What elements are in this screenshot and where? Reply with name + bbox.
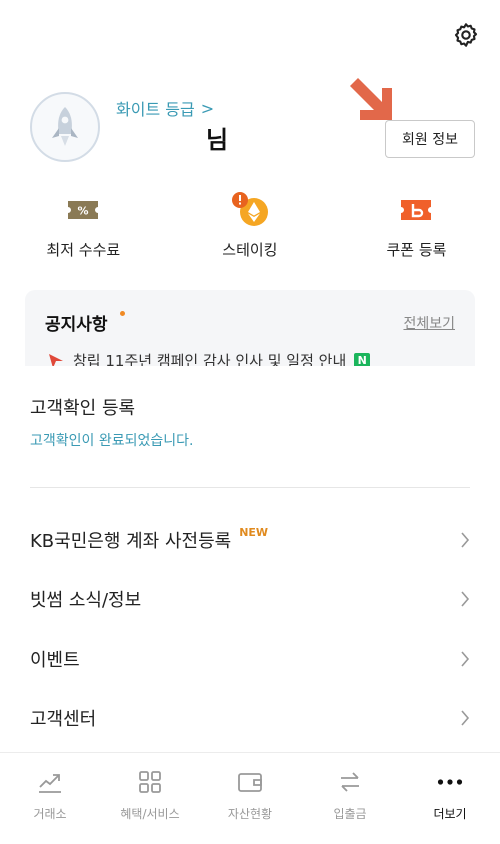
menu-list: KB국민은행 계좌 사전등록 NEW 빗썸 소식/정보 이벤트 고객센터 <box>0 510 500 748</box>
chevron-right-icon: > <box>200 98 215 118</box>
menu-item-label: KB국민은행 계좌 사전등록 <box>30 530 232 552</box>
wallet-icon <box>238 773 262 792</box>
chart-trend-icon <box>39 774 61 793</box>
more-dots-icon <box>437 779 463 785</box>
profile-section: 화이트 등급 > 님 회원 정보 <box>30 78 475 172</box>
notice-mask <box>0 366 500 386</box>
svg-text:%: % <box>78 205 89 218</box>
tab-label: 거래소 <box>33 807 67 821</box>
quick-item-staking[interactable]: 스테이킹 <box>167 192 334 263</box>
tab-transfer[interactable]: 입출금 <box>300 753 400 844</box>
pointer-arrow-icon <box>350 78 392 120</box>
quick-item-fee[interactable]: % 최저 수수료 <box>0 193 167 263</box>
menu-item-news[interactable]: 빗썸 소식/정보 <box>0 570 500 630</box>
menu-item-label: 이벤트 <box>30 649 80 671</box>
gear-icon <box>454 23 478 47</box>
tab-benefits[interactable]: 혜택/서비스 <box>100 753 200 844</box>
grade-label: 화이트 등급 <box>116 100 195 119</box>
user-nickname: 님 <box>206 126 229 154</box>
menu-item-label: 빗썸 소식/정보 <box>30 590 142 612</box>
quick-label: 스테이킹 <box>222 241 278 259</box>
notice-unread-dot <box>120 311 125 316</box>
grade-link[interactable]: 화이트 등급 > <box>116 96 214 120</box>
tab-assets[interactable]: 자산현황 <box>200 753 300 844</box>
grid-icon <box>139 771 161 793</box>
ethereum-coin-icon <box>231 192 268 226</box>
verification-status: 고객확인이 완료되었습니다. <box>30 433 194 449</box>
quick-item-coupon[interactable]: 쿠폰 등록 <box>333 193 500 263</box>
tab-label: 입출금 <box>333 807 367 821</box>
notice-view-all-link[interactable]: 전체보기 <box>403 313 455 333</box>
tab-exchange[interactable]: 거래소 <box>0 753 100 844</box>
tab-label: 혜택/서비스 <box>120 807 180 821</box>
tab-label: 자산현황 <box>227 807 273 821</box>
quick-label: 쿠폰 등록 <box>386 241 447 259</box>
tab-more[interactable]: 더보기 <box>400 753 500 844</box>
bottom-tab-bar: 거래소 혜택/서비스 자산현황 입출금 더보기 <box>0 752 500 844</box>
chevron-right-icon <box>461 591 470 607</box>
settings-button[interactable] <box>449 18 483 52</box>
quick-actions: % 최저 수수료 스테이킹 쿠폰 등록 <box>0 192 500 263</box>
menu-item-support[interactable]: 고객센터 <box>0 689 500 749</box>
divider <box>30 487 470 488</box>
customer-verification[interactable]: 고객확인 등록 고객확인이 완료되었습니다. <box>30 394 470 450</box>
fee-ticket-icon: % <box>68 201 99 219</box>
menu-item-label: 고객센터 <box>30 709 97 731</box>
quick-label: 최저 수수료 <box>46 241 121 259</box>
tab-label: 더보기 <box>433 807 467 821</box>
chevron-right-icon <box>461 710 470 726</box>
avatar[interactable] <box>30 92 100 162</box>
transfer-arrows-icon <box>341 772 359 792</box>
new-badge: NEW <box>239 526 269 540</box>
rocket-icon <box>52 107 78 146</box>
chevron-right-icon <box>461 532 470 548</box>
menu-item-kb-account[interactable]: KB국민은행 계좌 사전등록 NEW <box>0 510 500 570</box>
coupon-icon <box>401 200 432 220</box>
menu-item-events[interactable]: 이벤트 <box>0 629 500 689</box>
chevron-right-icon <box>461 651 470 667</box>
verification-title: 고객확인 등록 <box>30 398 136 419</box>
notice-title: 공지사항 <box>45 315 108 335</box>
member-info-button[interactable]: 회원 정보 <box>385 120 475 158</box>
